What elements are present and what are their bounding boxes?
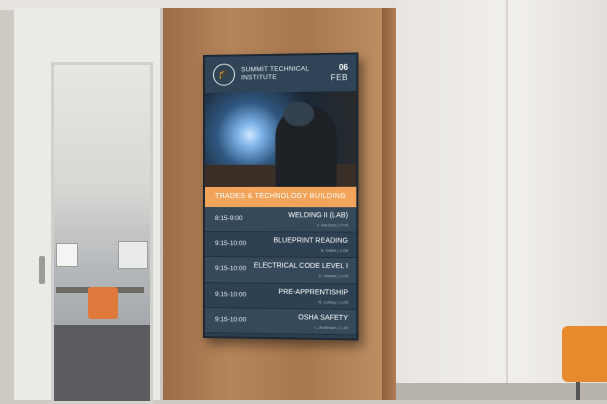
date-day: 06: [338, 62, 349, 73]
institute-name: SUMMIT TECHNICAL INSTITUTE: [241, 65, 310, 82]
class-title: ELECTRICAL CODE LEVEL I: [253, 262, 349, 271]
class-title: PRE-APPRENTISHIP: [278, 288, 349, 297]
class-title: WELDING II (LAB): [288, 212, 349, 220]
schedule-row: 9:15-10:00 ELECTRICAL CODE LEVEL I D. Ha…: [204, 257, 357, 285]
class-time: 9:15-10:00: [214, 265, 247, 273]
schedule-row: 9:15-10:00 BLUEPRINT READING B. Gibbs | …: [204, 232, 357, 259]
class-room: D. Hassel | 1-04: [318, 273, 349, 279]
class-time: 9:15-10:00: [214, 290, 247, 299]
building-banner-label: TRADES & TECHNOLOGY BUILDING: [214, 192, 347, 201]
class-room: L. Anderson | 1-15: [314, 324, 349, 330]
door-handle[interactable]: [39, 256, 45, 284]
wall-corner: [506, 0, 508, 400]
date-month: FEB: [330, 72, 349, 83]
office-monitor: [118, 241, 148, 269]
schedule-row: 8:15-9:00 WELDING II (LAB) J. Harrison |…: [204, 207, 357, 233]
office-chair: [88, 287, 118, 319]
welding-photo: [204, 91, 357, 187]
class-title: OSHA SAFETY: [298, 314, 349, 322]
building-banner: TRADES & TECHNOLOGY BUILDING: [204, 186, 357, 208]
sign-header: 🎓 SUMMIT TECHNICAL INSTITUTE 06 FEB: [204, 54, 357, 93]
door-window: [51, 62, 153, 404]
schedule-row: 9:15-10:00 OSHA SAFETY L. Anderson | 1-1…: [204, 307, 357, 336]
class-title: BLUEPRINT READING: [273, 237, 349, 245]
class-schedule: 8:15-9:00 WELDING II (LAB) J. Harrison |…: [204, 207, 357, 336]
stool-leg: [576, 382, 580, 400]
welding-helmet: [283, 101, 315, 127]
class-room: J. Harrison | T-04: [316, 222, 349, 228]
office-floor: [54, 325, 150, 401]
graduation-book-icon: 🎓: [212, 63, 236, 86]
digital-sign: 🎓 SUMMIT TECHNICAL INSTITUTE 06 FEB TRAD…: [203, 52, 359, 341]
class-time: 8:15-9:00: [214, 215, 243, 223]
schedule-row: 9:15-10:00 PRE-APPRENTISHIP R. Cathey | …: [204, 282, 357, 310]
orange-stool: [562, 326, 607, 382]
class-room: R. Cathey | 1-05: [318, 298, 349, 305]
class-time: 9:15-10:00: [214, 240, 247, 248]
class-time: 9:15-10:00: [214, 315, 247, 324]
glass-door[interactable]: [14, 8, 163, 404]
office-monitor: [56, 243, 78, 267]
class-room: B. Gibbs | 1-05: [320, 247, 349, 254]
